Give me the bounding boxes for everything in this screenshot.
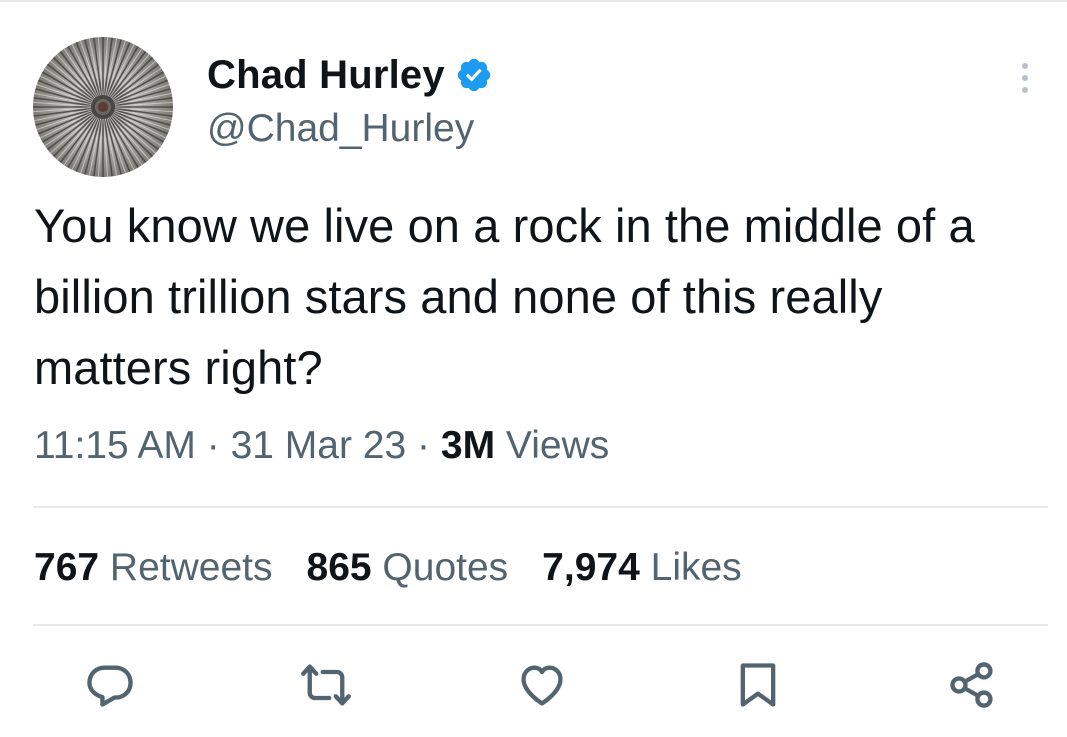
top-border bbox=[0, 0, 1067, 2]
share-button[interactable] bbox=[942, 655, 1002, 715]
meta-separator: · bbox=[206, 424, 220, 467]
like-button[interactable] bbox=[512, 655, 572, 715]
reply-button[interactable] bbox=[80, 655, 140, 715]
more-options-icon[interactable] bbox=[1013, 58, 1037, 98]
display-name[interactable]: Chad Hurley bbox=[207, 53, 445, 98]
tweet-time[interactable]: 11:15 AM bbox=[34, 424, 196, 467]
divider bbox=[33, 506, 1048, 508]
bookmark-button[interactable] bbox=[728, 655, 788, 715]
retweet-icon bbox=[301, 664, 351, 706]
retweet-button[interactable] bbox=[296, 655, 356, 715]
action-bar bbox=[0, 655, 1067, 725]
views-count[interactable]: 3M bbox=[441, 424, 495, 467]
radial-spikes-avatar-icon bbox=[33, 37, 173, 177]
verified-badge-icon bbox=[455, 56, 493, 94]
like-icon bbox=[521, 665, 563, 706]
likes-label: Likes bbox=[650, 546, 742, 589]
name-row: Chad Hurley bbox=[207, 50, 493, 100]
divider bbox=[33, 624, 1048, 626]
reply-icon bbox=[87, 665, 133, 707]
tweet-date[interactable]: 31 Mar 23 bbox=[231, 424, 407, 467]
engagement-stats: 767 Retweets 865 Quotes 7,974 Likes bbox=[34, 546, 742, 590]
tweet-text: You know we live on a rock in the middle… bbox=[34, 199, 975, 394]
retweets-count: 767 bbox=[34, 546, 100, 589]
likes-count: 7,974 bbox=[542, 546, 640, 589]
quotes-count: 865 bbox=[306, 546, 372, 589]
retweets-stat[interactable]: 767 Retweets bbox=[34, 546, 273, 590]
handle[interactable]: @Chad_Hurley bbox=[207, 107, 474, 151]
avatar[interactable] bbox=[33, 37, 173, 177]
bookmark-icon bbox=[740, 663, 776, 707]
share-icon bbox=[950, 662, 993, 708]
likes-stat[interactable]: 7,974 Likes bbox=[542, 546, 742, 590]
quotes-label: Quotes bbox=[382, 546, 509, 589]
views-label[interactable]: Views bbox=[506, 424, 609, 467]
meta-separator: · bbox=[417, 424, 431, 467]
retweets-label: Retweets bbox=[109, 546, 273, 589]
tweet-meta: 11:15 AM · 31 Mar 23 · 3M Views bbox=[34, 424, 609, 468]
quotes-stat[interactable]: 865 Quotes bbox=[307, 546, 509, 590]
